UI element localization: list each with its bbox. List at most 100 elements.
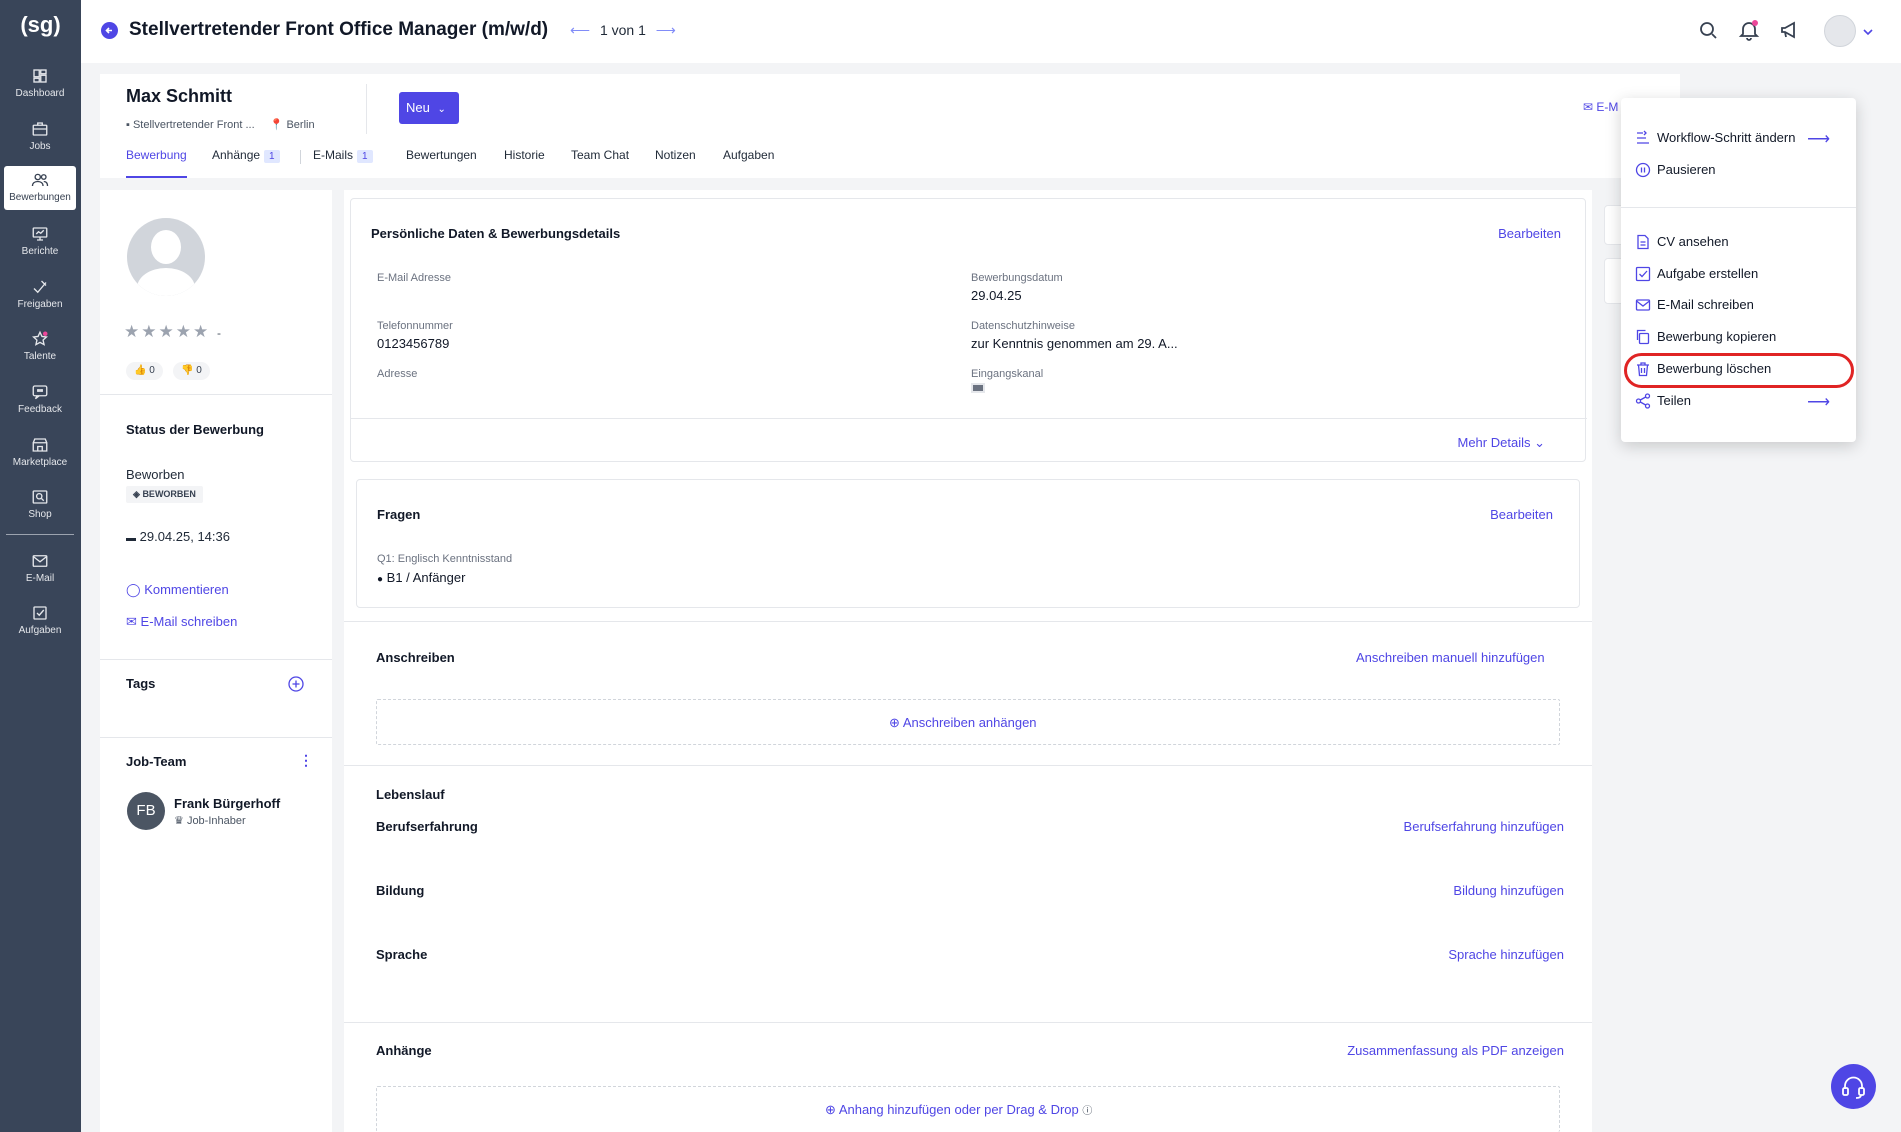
bell-icon[interactable] — [1737, 18, 1761, 42]
write-email-link[interactable]: ✉ E-Mail schreiben — [126, 614, 237, 630]
language-add-link[interactable]: Sprache hinzufügen — [1448, 947, 1564, 962]
sidebar-item-shop[interactable]: Shop — [4, 483, 76, 527]
menu-item-share[interactable]: Teilen ⟶ — [1635, 392, 1842, 416]
privacy-value: zur Kenntnis genommen am 29. A... — [971, 336, 1178, 351]
education-add-link[interactable]: Bildung hinzufügen — [1453, 883, 1564, 898]
store-icon — [32, 438, 48, 452]
privacy-label: Datenschutzhinweise — [971, 320, 1075, 332]
cover-dropzone[interactable]: ⊕ Anschreiben anhängen — [376, 699, 1560, 745]
details-edit-link[interactable]: Bearbeiten — [1498, 226, 1561, 241]
menu-item-label: Teilen — [1657, 393, 1691, 409]
user-avatar[interactable] — [1824, 15, 1856, 47]
location-pin-icon: 📍 — [269, 119, 284, 131]
tab-label: Bewerbung — [126, 148, 187, 162]
status-button[interactable]: Neu ⌄ — [399, 92, 459, 124]
cover-attach-link[interactable]: ⊕ Anschreiben anhängen — [889, 715, 1037, 731]
menu-item-task[interactable]: Aufgabe erstellen — [1635, 265, 1758, 289]
sidebar-label: Feedback — [18, 404, 62, 415]
sidebar-item-berichte[interactable]: Berichte — [4, 220, 76, 264]
tab-aufgaben[interactable]: Aufgaben — [723, 148, 774, 178]
thumbs-up-button[interactable]: 👍 0 — [126, 362, 163, 380]
comment-link[interactable]: ◯ Kommentieren — [126, 582, 229, 598]
header-email-label: E-M — [1596, 100, 1619, 114]
tab-bewertungen[interactable]: Bewertungen — [406, 148, 477, 178]
menu-item-cv[interactable]: CV ansehen — [1635, 233, 1729, 257]
attachment-add-label: Anhang hinzufügen oder per Drag & Drop — [838, 1102, 1079, 1117]
megaphone-icon[interactable] — [1778, 18, 1802, 42]
phone-label: Telefonnummer — [377, 320, 453, 332]
phone-value: 0123456789 — [377, 336, 450, 351]
star-icon — [32, 330, 48, 346]
help-button[interactable] — [1831, 1064, 1876, 1109]
sidebar-item-talente[interactable]: Talente — [4, 325, 76, 369]
candidate-avatar[interactable] — [127, 218, 205, 296]
headset-icon — [1842, 1076, 1865, 1099]
sidebar-item-email[interactable]: E-Mail — [4, 547, 76, 591]
feedback-icon — [32, 385, 48, 400]
add-tag-icon[interactable] — [288, 676, 304, 692]
date-value: 29.04.25 — [971, 288, 1022, 303]
rating-dash: - — [216, 326, 223, 340]
tab-anhaenge[interactable]: Anhänge 1 — [212, 148, 280, 178]
thumbs-down-icon: 👎 — [181, 365, 194, 376]
divider — [100, 394, 332, 395]
thumbs-down-button[interactable]: 👎 0 — [173, 362, 210, 380]
tab-notizen[interactable]: Notizen — [655, 148, 696, 178]
header-email-link[interactable]: ✉ E-M — [1583, 100, 1618, 114]
sidebar-item-jobs[interactable]: Jobs — [4, 115, 76, 159]
search-icon[interactable] — [1696, 18, 1720, 42]
prev-arrow-icon[interactable]: ⟵ — [570, 22, 590, 38]
attachment-dropzone[interactable]: ⊕ Anhang hinzufügen oder per Drag & Drop… — [376, 1086, 1560, 1132]
task-icon — [33, 606, 47, 620]
more-vertical-icon[interactable]: ⋮ — [299, 752, 313, 769]
member-role: ♛ Job-Inhaber — [174, 814, 246, 827]
question-answer-text: B1 / Anfänger — [386, 570, 466, 585]
sidebar-item-marketplace[interactable]: Marketplace — [4, 431, 76, 475]
cover-attach-label: Anschreiben anhängen — [902, 715, 1037, 730]
tab-label: Bewertungen — [406, 148, 477, 162]
sidebar-label: Dashboard — [15, 88, 65, 99]
mail-icon: ✉ — [1583, 100, 1594, 114]
experience-title: Berufserfahrung — [376, 819, 478, 834]
next-arrow-icon[interactable]: ⟶ — [656, 22, 676, 38]
status-text: Beworben — [126, 467, 185, 482]
back-button[interactable] — [101, 22, 118, 39]
experience-add-link[interactable]: Berufserfahrung hinzufügen — [1404, 819, 1564, 834]
chevron-down-icon[interactable] — [1862, 26, 1874, 38]
menu-item-workflow[interactable]: Workflow-Schritt ändern ⟶ — [1635, 129, 1842, 153]
menu-item-pause[interactable]: Pausieren — [1635, 161, 1716, 185]
questions-title: Fragen — [377, 507, 421, 522]
info-icon: ⓘ — [1082, 1106, 1093, 1117]
status-button-label: Neu — [406, 100, 430, 115]
tab-bewerbung[interactable]: Bewerbung — [126, 148, 187, 178]
sidebar-item-freigaben[interactable]: Freigaben — [4, 273, 76, 317]
sidebar-item-feedback[interactable]: Feedback — [4, 378, 76, 422]
more-details-link[interactable]: Mehr Details ⌄ — [1458, 435, 1546, 451]
plus-circle-icon: ⊕ — [825, 1102, 836, 1117]
attachment-add-link[interactable]: ⊕ Anhang hinzufügen oder per Drag & Drop… — [825, 1102, 1092, 1118]
sidebar-item-dashboard[interactable]: Dashboard — [4, 62, 76, 106]
menu-item-email[interactable]: E-Mail schreiben — [1635, 296, 1754, 320]
tags-title: Tags — [126, 676, 156, 691]
sidebar-label: E-Mail — [25, 573, 55, 584]
pdf-summary-link[interactable]: Zusammenfassung als PDF anzeigen — [1347, 1043, 1564, 1058]
briefcase-icon — [32, 122, 48, 136]
tab-team-chat[interactable]: Team Chat — [571, 148, 629, 178]
tab-emails[interactable]: E-Mails 1 — [313, 148, 373, 178]
answer-bullet-icon: ● — [377, 574, 384, 585]
app-logo[interactable]: (sg) — [0, 12, 81, 38]
member-avatar[interactable]: FB — [127, 792, 165, 830]
rating-stars[interactable]: ★★★★★ - — [124, 322, 223, 342]
member-name: Frank Bürgerhoff — [174, 796, 281, 811]
sidebar-item-bewerbungen[interactable]: Bewerbungen — [4, 166, 76, 210]
arrow-left-icon — [105, 27, 112, 34]
pager-text: 1 von 1 — [599, 22, 646, 38]
cover-add-manual-link[interactable]: Anschreiben manuell hinzufügen — [1356, 650, 1545, 665]
candidate-meta: ▪ Stellvertretender Front ... 📍 Berlin — [126, 118, 315, 131]
status-badge: ◈ BEWORBEN — [126, 486, 203, 503]
sidebar-item-aufgaben[interactable]: Aufgaben — [4, 599, 76, 643]
menu-item-copy[interactable]: Bewerbung kopieren — [1635, 328, 1776, 352]
questions-edit-link[interactable]: Bearbeiten — [1490, 507, 1553, 522]
tab-historie[interactable]: Historie — [504, 148, 545, 178]
tab-badge: 1 — [357, 150, 373, 163]
